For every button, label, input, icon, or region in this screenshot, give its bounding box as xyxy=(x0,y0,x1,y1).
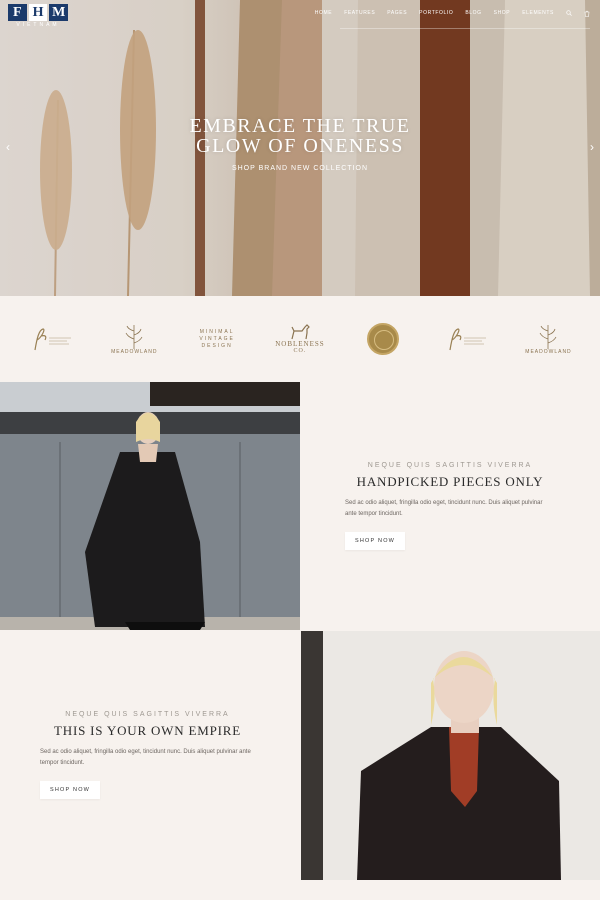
script-logo-icon xyxy=(34,328,72,351)
dog-icon xyxy=(291,324,310,340)
brand-logo-4[interactable]: Nobleness CO. xyxy=(270,315,330,363)
feature-body: Sed ac odio aliquet, fringilla odio eget… xyxy=(40,749,251,766)
brand-logo-2[interactable]: Meadowland xyxy=(104,315,164,363)
cart-icon[interactable] xyxy=(584,10,590,17)
model-black-coat-image xyxy=(0,382,300,630)
model-portrait-image xyxy=(301,631,600,880)
brand-name: Nobleness xyxy=(275,340,325,348)
seal-icon xyxy=(366,323,399,355)
shop-now-button[interactable]: Shop now xyxy=(345,532,406,550)
brand-sub: CO. xyxy=(293,348,307,354)
search-icon[interactable] xyxy=(566,10,572,16)
nav-item-elements[interactable]: Elements xyxy=(522,10,554,16)
hero-subtitle-link[interactable]: Shop brand new collection xyxy=(0,165,600,172)
feature-kicker: Neque quis sagittis viverra xyxy=(65,711,230,718)
feature-title: This is your own empire xyxy=(54,723,241,738)
logo-letter-f: F xyxy=(8,4,27,21)
feature-block-1: Neque quis sagittis viverra Handpicked p… xyxy=(345,462,555,550)
slider-next-arrow[interactable]: › xyxy=(590,140,594,154)
feature-body: Sed ac odio aliquet, fringilla odio eget… xyxy=(345,500,543,517)
plant-icon xyxy=(125,324,143,349)
logo-subtitle: VIETNAM xyxy=(16,22,60,28)
nav-item-shop[interactable]: Shop xyxy=(494,10,511,16)
nav-item-portfolio[interactable]: Portfolio xyxy=(419,10,453,16)
brand-logo-7[interactable]: Meadowland xyxy=(518,315,578,363)
nav-divider xyxy=(340,28,590,29)
site-logo[interactable]: F H M VIETNAM xyxy=(8,4,69,28)
brand-name: Meadowland xyxy=(111,348,158,355)
logo-letter-m: M xyxy=(49,4,69,21)
feature-photo-2 xyxy=(301,631,600,880)
nav-item-blog[interactable]: Blog xyxy=(465,10,481,16)
plant-icon xyxy=(540,324,557,349)
brand-logos-row: Meadowland Minimal Vintage Design Noblen… xyxy=(0,296,600,382)
script-logo-icon xyxy=(449,328,486,351)
brand-logo-3[interactable]: Minimal Vintage Design xyxy=(187,315,247,363)
brand-name: Minimal Vintage Design xyxy=(199,328,235,349)
nav-item-features[interactable]: Features xyxy=(344,10,375,16)
brand-logo-1[interactable] xyxy=(21,315,81,363)
shop-now-button[interactable]: Shop now xyxy=(40,781,101,799)
feature-title: Handpicked pieces only xyxy=(356,474,544,489)
feature-block-2: Neque quis sagittis viverra This is your… xyxy=(40,711,255,799)
hero-title-line-2: glow of oneness xyxy=(196,135,404,157)
logo-mark: F H M xyxy=(8,4,69,21)
hero-title: Embrace the true glow of oneness xyxy=(0,116,600,156)
brand-logo-5[interactable] xyxy=(353,315,413,363)
feature-photo-1 xyxy=(0,382,300,630)
slider-prev-arrow[interactable]: ‹ xyxy=(6,140,10,154)
hero-banner: F H M VIETNAM Home Features Pages Portfo… xyxy=(0,0,600,296)
nav-item-home[interactable]: Home xyxy=(315,10,332,16)
hero-title-line-1: Embrace the true xyxy=(189,115,411,137)
main-nav: Home Features Pages Portfolio Blog Shop … xyxy=(315,10,590,17)
brand-name: Meadowland xyxy=(525,348,572,355)
brand-logo-6[interactable] xyxy=(436,315,496,363)
logo-letter-h: H xyxy=(28,4,48,21)
nav-item-pages[interactable]: Pages xyxy=(387,10,407,16)
feature-kicker: Neque quis sagittis viverra xyxy=(367,462,533,469)
